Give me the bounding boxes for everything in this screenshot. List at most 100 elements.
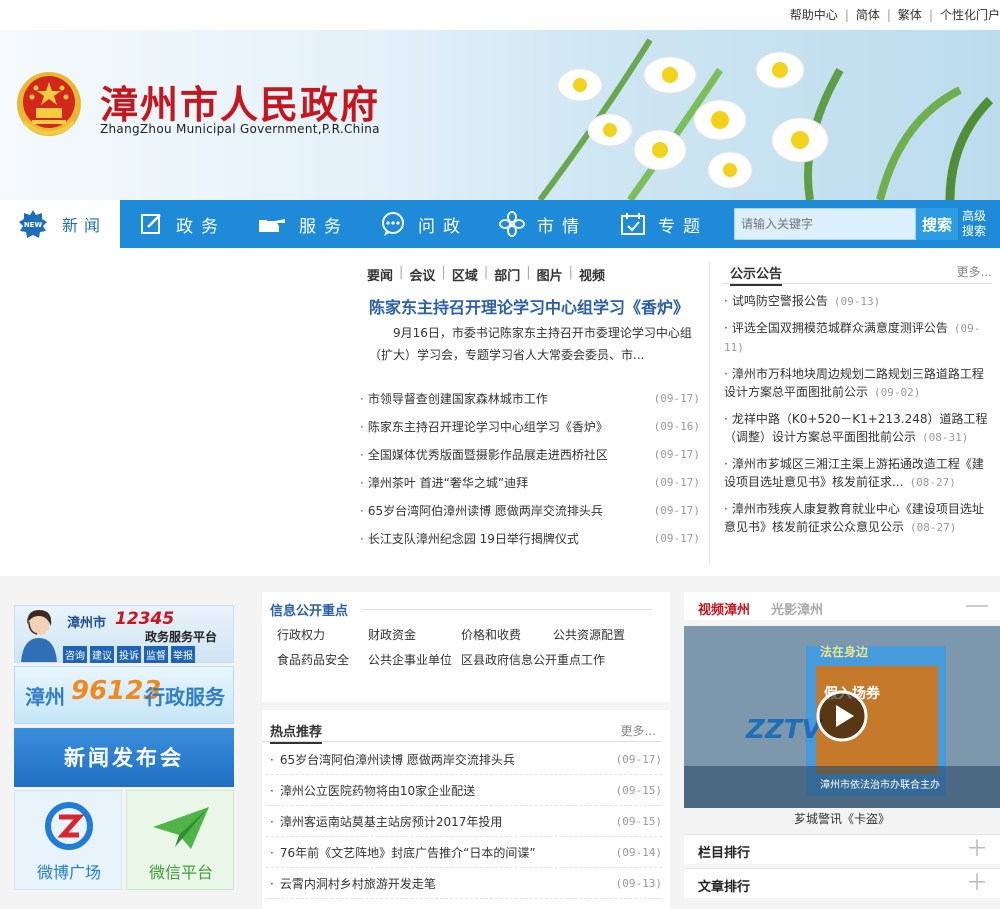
help-center-link[interactable]: 帮助中心 (790, 6, 838, 23)
tab-videos[interactable]: 视频 (579, 265, 605, 284)
news-date: (09-17) (653, 531, 700, 545)
traditional-chinese-link[interactable]: 繁体 (898, 6, 922, 23)
nav-item-government-affairs[interactable]: 政务 (140, 200, 226, 248)
link-prices-fees[interactable]: 价格和收费 (461, 626, 553, 643)
hot-more-link[interactable]: 更多... (621, 722, 656, 739)
list-item[interactable]: 漳州市残疾人康复教育就业中心《建设项目选址意见书》核发前征求公众意见公示(08-… (724, 500, 990, 537)
nav-item-city-info[interactable]: 市情 (499, 200, 587, 248)
chat-bubble-icon (382, 212, 404, 236)
search-input[interactable] (735, 209, 915, 239)
hot-item-title[interactable]: 漳州公立医院药物将由10家企业配送 (270, 782, 475, 799)
column-ranking-panel[interactable]: 栏目排行 ＋ (684, 834, 1000, 864)
notice-date: (08-31) (922, 431, 969, 444)
hotline-96123-banner[interactable]: 漳州 96123 行政服务 (14, 666, 234, 724)
nav-item-news[interactable]: NEW 新闻 (0, 200, 120, 248)
article-ranking-panel[interactable]: 文章排行 ＋ (684, 868, 1000, 898)
site-title[interactable]: 漳州市人民政府 (100, 74, 380, 129)
hot-item-title[interactable]: 65岁台湾阿伯漳州读博 愿做两岸交流排头兵 (270, 751, 515, 768)
link-food-drug-safety[interactable]: 食品药品安全 (277, 651, 368, 668)
press-conference-label: 新闻发布会 (64, 746, 184, 770)
list-item[interactable]: 全国媒体优秀版面暨摄影作品展走进西桥社区 (09-17) (360, 440, 700, 468)
nav-item-inquiry[interactable]: 问政 (380, 200, 468, 248)
video-player[interactable]: 法在身边 假入场券 ZZTV 漳州市依法治市办联合主办 (684, 626, 1000, 808)
tab-light-shadow-zhangzhou[interactable]: 光影漳州 (771, 599, 823, 618)
list-item[interactable]: 云霄内洞村乡村旅游开发走笔 (09-13) (266, 868, 662, 899)
tab-departments[interactable]: 部门 (494, 265, 520, 284)
headline-link[interactable]: 陈家东主持召开理论学习中心组学习《香炉》 (369, 294, 689, 318)
advanced-search-link[interactable]: 高级搜索 (962, 209, 992, 239)
notice-title[interactable]: 试鸣防空警报公告 (732, 294, 828, 308)
nav-item-special-topics[interactable]: 专题 (620, 200, 708, 248)
play-icon[interactable] (816, 690, 868, 742)
news-category-tabs: 要闻 | 会议 | 区域 | 部门 | 图片 | 视频 (367, 265, 606, 284)
news-title[interactable]: 全国媒体优秀版面暨摄影作品展走进西桥社区 (360, 446, 608, 463)
nav-item-services[interactable]: 服务 (257, 200, 349, 248)
list-item[interactable]: 试鸣防空警报公告 (09-13) (724, 292, 990, 311)
list-item[interactable]: 漳州茶叶 首进“奢华之城”迪拜 (09-17) (360, 468, 700, 496)
press-conference-banner[interactable]: 新闻发布会 (14, 728, 234, 787)
simplified-chinese-link[interactable]: 简体 (856, 6, 880, 23)
search-box (734, 208, 916, 240)
list-item[interactable]: 评选全国双拥模范城群众满意度测评公告(09-11) (724, 319, 990, 357)
hotline-12345-banner[interactable]: 漳州市 12345 政务服务平台 咨询 建议 投诉 监督 举报 (14, 605, 234, 663)
list-item[interactable]: 76年前《文艺阵地》封底广告推介“日本的间谍” (09-14) (266, 837, 662, 868)
tag-report: 举报 (171, 646, 195, 663)
news-date: (09-17) (653, 391, 700, 405)
list-item[interactable]: 漳州市芗城区三湘江主渠上游拓通改造工程《建设项目选址意见书》核发前征求...(0… (724, 455, 990, 492)
hot-item-title[interactable]: 漳州客运南站莫基主站房预计2017年投用 (270, 813, 503, 830)
link-fiscal-funds[interactable]: 财政资金 (368, 626, 461, 643)
list-item[interactable]: 65岁台湾阿伯漳州读博 愿做两岸交流排头兵 (09-17) (360, 496, 700, 524)
list-item[interactable]: 漳州公立医院药物将由10家企业配送 (09-15) (266, 775, 662, 806)
notice-date: (08-27) (909, 476, 956, 489)
expand-icon[interactable]: ＋ (966, 839, 988, 861)
news-title[interactable]: 陈家东主持召开理论学习中心组学习《香炉》 (360, 418, 608, 435)
operator-avatar-icon (21, 610, 57, 662)
news-title[interactable]: 65岁台湾阿伯漳州读博 愿做两岸交流排头兵 (360, 502, 603, 519)
list-item[interactable]: 市领导督查创建国家森林城市工作 (09-17) (360, 384, 700, 412)
notice-title[interactable]: 评选全国双拥模范城群众满意度测评公告 (732, 321, 948, 335)
list-item[interactable]: 漳州市万科地块周边规划二路规划三路道路工程设计方案总平面图批前公示(09-02) (724, 365, 990, 402)
list-item[interactable]: 长江支队漳州纪念园 19日举行揭牌仪式 (09-17) (360, 524, 700, 552)
wechat-platform-banner[interactable]: 微信平台 (126, 790, 234, 890)
notices-title: 公示公告 (730, 263, 783, 286)
list-item[interactable]: 65岁台湾阿伯漳州读博 愿做两岸交流排头兵 (09-17) (266, 744, 662, 775)
hot-item-date: (09-14) (615, 845, 662, 859)
info-disclosure-links: 行政权力 财政资金 价格和收费 公共资源配置 食品药品安全 公共企事业单位 区县… (277, 626, 667, 668)
news-date: (09-17) (653, 475, 700, 489)
link-public-institutions[interactable]: 公共企事业单位 (368, 651, 461, 668)
column-ranking-title: 栏目排行 (698, 846, 751, 861)
expand-icon[interactable]: ＋ (966, 873, 988, 895)
hot-item-title[interactable]: 云霄内洞村乡村旅游开发走笔 (270, 875, 436, 892)
notices-list: 试鸣防空警报公告 (09-13) 评选全国双拥模范城群众满意度测评公告(09-11… (724, 292, 990, 545)
link-county-disclosure[interactable]: 区县政府信息公开重点工作 (461, 651, 663, 668)
tab-meetings[interactable]: 会议 (409, 265, 435, 284)
admin-city: 漳州 (25, 685, 65, 709)
tab-headlines[interactable]: 要闻 (367, 265, 393, 284)
tab-pictures[interactable]: 图片 (537, 265, 563, 284)
list-item[interactable]: 漳州客运南站莫基主站房预计2017年投用 (09-15) (266, 806, 662, 837)
hot-recommendations-panel: 热点推荐 更多... 65岁台湾阿伯漳州读博 愿做两岸交流排头兵 (09-17) … (262, 710, 670, 909)
nav-label: 市情 (537, 216, 587, 237)
news-title[interactable]: 长江支队漳州纪念园 19日举行揭牌仪式 (360, 530, 579, 547)
collapse-icon[interactable] (966, 605, 988, 607)
video-caption[interactable]: 芗城警讯《卡盗》 (684, 810, 1000, 827)
list-item[interactable]: 龙祥中路（K0+520－K1+213.248）道路工程（调整）设计方案总平面图批… (724, 410, 990, 447)
tab-video-zhangzhou[interactable]: 视频漳州 (698, 599, 750, 618)
notices-more-link[interactable]: 更多... (957, 263, 992, 280)
nav-label: 问政 (418, 216, 468, 237)
search-button[interactable]: 搜索 (916, 208, 958, 240)
link-public-resources[interactable]: 公共资源配置 (553, 626, 663, 643)
notice-title[interactable]: 漳州市万科地块周边规划二路规划三路道路工程设计方案总平面图批前公示 (724, 367, 984, 399)
pointing-hand-icon (259, 219, 285, 232)
list-item[interactable]: 陈家东主持召开理论学习中心组学习《香炉》 (09-16) (360, 412, 700, 440)
tab-regions[interactable]: 区域 (452, 265, 478, 284)
news-title[interactable]: 市领导督查创建国家森林城市工作 (360, 390, 548, 407)
hot-item-title[interactable]: 76年前《文艺阵地》封底广告推介“日本的间谍” (270, 844, 536, 861)
link-admin-power[interactable]: 行政权力 (277, 626, 368, 643)
weibo-plaza-banner[interactable]: 微博广场 (14, 790, 122, 890)
nav-label: 政务 (176, 216, 226, 237)
weibo-label: 微博广场 (36, 863, 101, 882)
news-title[interactable]: 漳州茶叶 首进“奢华之城”迪拜 (360, 474, 528, 491)
hot-header: 热点推荐 更多... (262, 720, 662, 744)
personal-portal-link[interactable]: 个性化门户 (940, 6, 1000, 23)
